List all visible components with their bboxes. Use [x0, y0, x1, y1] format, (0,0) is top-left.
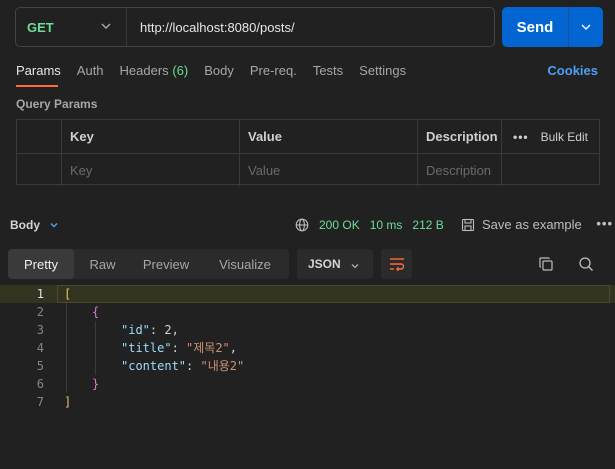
cookies-link[interactable]: Cookies: [547, 63, 598, 78]
indent-guide: [66, 357, 67, 375]
key-input[interactable]: Key: [62, 154, 240, 186]
checkbox-column-header: [17, 120, 62, 153]
code-text: "content": "내용2": [121, 359, 245, 373]
method-label: GET: [27, 19, 54, 35]
search-icon[interactable]: [578, 256, 594, 272]
wrap-lines-button[interactable]: [381, 249, 412, 279]
key-column-header: Key: [62, 120, 240, 153]
line-number: 6: [36, 377, 44, 391]
description-input[interactable]: Description: [418, 154, 502, 186]
line-number: 1: [36, 287, 44, 301]
copy-icon[interactable]: [538, 256, 554, 272]
code-line: 5 "content": "내용2": [0, 357, 615, 375]
tab-visualize[interactable]: Visualize: [201, 249, 289, 279]
response-stats: 200 OK 10 ms 212 B: [295, 218, 444, 232]
response-header: Body 200 OK 10 ms 212 B Save as example …: [10, 216, 613, 234]
chevron-down-icon: [101, 23, 111, 29]
method-select[interactable]: GET: [16, 8, 127, 46]
tab-headers-label: Headers: [119, 63, 169, 78]
save-as-example-button[interactable]: Save as example: [461, 217, 582, 232]
response-body-code[interactable]: 1 [ 2 { 3 "id": 2, 4 "title": "제목2", 5 "…: [0, 285, 615, 411]
code-text: "id": 2,: [121, 323, 179, 337]
globe-icon[interactable]: [295, 218, 309, 232]
line-number: 5: [36, 359, 44, 373]
code-line: 7 ]: [0, 393, 615, 411]
send-options-button[interactable]: [569, 7, 603, 47]
tab-auth[interactable]: Auth: [77, 63, 104, 81]
code-line: 6 }: [0, 375, 615, 393]
code-text: }: [92, 377, 100, 391]
json-value: 2: [164, 323, 172, 337]
line-number: 7: [36, 395, 44, 409]
tab-tests[interactable]: Tests: [313, 63, 343, 81]
bulk-edit-button[interactable]: Bulk Edit: [541, 130, 588, 144]
indent-guide: [95, 339, 96, 357]
indent-guide: [95, 357, 96, 375]
indent-guide: [66, 303, 67, 321]
response-size[interactable]: 212 B: [412, 218, 443, 232]
json-key: "content": [121, 359, 187, 373]
tab-raw[interactable]: Raw: [74, 249, 131, 279]
url-bar: GET http://localhost:8080/posts/: [15, 7, 495, 47]
json-key: "title": [121, 341, 172, 355]
value-column-header: Value: [240, 120, 418, 153]
wrap-lines-icon: [389, 258, 404, 271]
response-body-label: Body: [10, 218, 40, 232]
url-input[interactable]: http://localhost:8080/posts/: [127, 20, 295, 35]
more-options-icon[interactable]: •••: [513, 130, 529, 144]
line-number: 3: [36, 323, 44, 337]
code-line: 1 [: [0, 285, 615, 303]
value-input[interactable]: Value: [240, 154, 418, 186]
row-checkbox-cell: [17, 154, 62, 186]
json-value: "제목2": [186, 341, 230, 355]
bulk-edit-area: ••• Bulk Edit: [502, 120, 599, 153]
code-text: ]: [64, 395, 72, 409]
indent-guide: [66, 375, 67, 393]
tab-preview[interactable]: Preview: [131, 249, 201, 279]
request-tabs: Params Auth Headers (6) Body Pre-req. Te…: [16, 63, 422, 81]
code-line: 2 {: [0, 303, 615, 321]
save-as-example-label: Save as example: [482, 217, 582, 232]
tab-settings[interactable]: Settings: [359, 63, 406, 81]
format-label: JSON: [308, 257, 341, 271]
table-row: Key Value Description: [17, 153, 599, 186]
line-number: 2: [36, 305, 44, 319]
tab-body[interactable]: Body: [204, 63, 234, 81]
tab-pretty[interactable]: Pretty: [8, 249, 74, 279]
code-line: 3 "id": 2,: [0, 321, 615, 339]
indent-guide: [66, 321, 67, 339]
code-line: 4 "title": "제목2",: [0, 339, 615, 357]
save-icon: [461, 218, 475, 231]
tab-headers[interactable]: Headers (6): [120, 63, 189, 81]
send-button-group: Send: [502, 7, 603, 47]
headers-count-badge: (6): [172, 63, 189, 78]
current-line-highlight: [57, 285, 610, 303]
response-view-tabs: Pretty Raw Preview Visualize: [8, 249, 289, 279]
query-params-table: Key Value Description ••• Bulk Edit Key …: [16, 119, 600, 186]
tab-pre-request[interactable]: Pre-req.: [250, 63, 297, 81]
status-code[interactable]: 200 OK: [319, 218, 360, 232]
indent-guide: [66, 339, 67, 357]
code-text: [: [64, 287, 72, 301]
response-body-select[interactable]: Body: [10, 218, 59, 232]
response-time[interactable]: 10 ms: [370, 218, 403, 232]
json-key: "id": [121, 323, 150, 337]
chevron-down-icon: [50, 223, 58, 228]
description-column-header: Description: [418, 120, 502, 153]
row-empty-cell: [502, 154, 599, 186]
json-value: "내용2": [200, 359, 245, 373]
code-text: "title": "제목2",: [121, 341, 238, 355]
query-params-title: Query Params: [16, 97, 98, 111]
line-number: 4: [36, 341, 44, 355]
chevron-down-icon: [581, 24, 591, 30]
indent-guide: [95, 321, 96, 339]
chevron-down-icon: [351, 264, 359, 269]
more-actions-icon[interactable]: •••: [596, 216, 613, 231]
code-text: {: [92, 305, 100, 319]
send-button[interactable]: Send: [502, 7, 569, 47]
tab-params[interactable]: Params: [16, 63, 61, 81]
active-tab-indicator: [16, 85, 58, 87]
table-header-row: Key Value Description ••• Bulk Edit: [17, 120, 599, 153]
format-select[interactable]: JSON: [297, 249, 373, 279]
